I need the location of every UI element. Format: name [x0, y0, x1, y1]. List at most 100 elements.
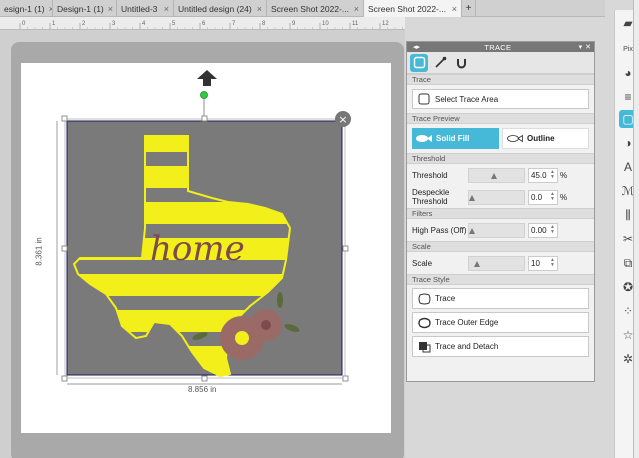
trace-area-icon [413, 93, 435, 105]
panel-close-icon[interactable]: ✕ [585, 43, 591, 51]
ruler-tick-label: 5 [172, 21, 176, 27]
section-trace: Trace [407, 74, 594, 85]
close-icon[interactable]: × [350, 4, 359, 14]
rotate-handle[interactable] [200, 91, 208, 99]
fish-outline-icon [503, 134, 527, 143]
eyedropper-icon[interactable] [431, 54, 449, 72]
ruler-tick-label: 12 [382, 21, 389, 27]
ruler-tick-label: 0 [22, 21, 26, 27]
close-icon[interactable]: × [160, 4, 169, 14]
height-label: 8.361 in [34, 237, 44, 266]
spinner-icon[interactable]: ▲ ▼ [550, 192, 555, 202]
spinner-icon[interactable]: ▲ ▼ [550, 258, 555, 268]
trace-button[interactable]: Trace [412, 288, 589, 309]
tab-screen-shot-1[interactable]: Screen Shot 2022-... × [267, 0, 364, 17]
scale-row: Scale 10 ▲ ▼ [407, 252, 594, 274]
close-icon[interactable]: × [253, 4, 262, 14]
solid-fill-button[interactable]: Solid Fill [412, 128, 499, 149]
vertical-ruler [633, 0, 639, 458]
add-tab-button[interactable]: + [462, 0, 476, 17]
highpass-input[interactable]: 0.00 ▲ ▼ [528, 222, 558, 238]
slider-thumb[interactable] [473, 260, 480, 267]
ruler-tick-label: 9 [292, 21, 296, 27]
ruler-tick-label: 6 [202, 21, 206, 27]
highpass-slider[interactable] [468, 222, 525, 238]
tab-design-1-1-partial[interactable]: esign-1 (1) × [0, 0, 53, 17]
tab-untitled-design-24[interactable]: Untitled design (24) × [174, 0, 267, 17]
ruler-tick-label: 7 [232, 21, 236, 27]
panel-menu-icon[interactable]: ▾ [579, 43, 583, 51]
spinner-icon[interactable]: ▲ ▼ [550, 225, 555, 235]
ruler-tick-label: 8 [262, 21, 266, 27]
trace-style-icon [413, 293, 435, 305]
tab-untitled-3[interactable]: Untitled-3 × [117, 0, 174, 17]
home-text: home [150, 229, 245, 269]
threshold-input[interactable]: 45.0 ▲ ▼ [528, 167, 558, 183]
detach-icon [413, 341, 435, 353]
ruler-tick-label: 4 [142, 21, 146, 27]
scale-input[interactable]: 10 ▲ ▼ [528, 255, 558, 271]
trace-tool-icon[interactable] [410, 53, 428, 72]
close-icon[interactable]: × [45, 4, 52, 14]
magnet-icon[interactable] [452, 54, 470, 72]
close-icon[interactable]: × [448, 4, 457, 14]
panel-title: TRACE [484, 42, 512, 52]
outline-label: Outline [526, 134, 555, 143]
section-threshold: Threshold [407, 153, 594, 164]
scale-value: 10 [531, 258, 540, 268]
despeckle-input[interactable]: 0.0 ▲ ▼ [528, 189, 558, 205]
tab-label: Screen Shot 2022-... [368, 3, 446, 14]
ruler-tick-label: 10 [322, 21, 329, 27]
tab-screen-shot-2[interactable]: Screen Shot 2022-... × [364, 0, 462, 17]
scale-label: Scale [412, 258, 433, 268]
trace-and-detach-button[interactable]: Trace and Detach [412, 336, 589, 357]
tab-label: Design-1 (1) [57, 3, 104, 14]
trace-button-label: Trace [435, 294, 456, 303]
horizontal-ruler: 0 1 2 3 4 5 6 7 8 9 10 11 12 [0, 17, 405, 30]
threshold-row: Threshold 45.0 ▲ ▼ % [407, 164, 594, 186]
section-scale: Scale [407, 241, 594, 252]
design-selection[interactable]: home × [50, 88, 360, 418]
svg-text:×: × [338, 113, 347, 126]
ruler-tick-label: 11 [352, 21, 359, 27]
slider-thumb[interactable] [491, 172, 498, 179]
close-icon[interactable]: × [104, 4, 113, 14]
section-trace-style: Trace Style [407, 274, 594, 285]
section-filters: Filters [407, 208, 594, 219]
highpass-row: High Pass (Off) 0.00 ▲ ▼ [407, 219, 594, 241]
tab-label: Untitled-3 [121, 3, 158, 14]
slider-thumb[interactable] [469, 227, 475, 234]
outer-edge-icon [413, 317, 435, 329]
trace-outer-edge-label: Trace Outer Edge [435, 318, 499, 327]
canvas-workspace[interactable]: home × 8.361 in 8.856 in [0, 30, 405, 458]
highpass-value: 0.00 [531, 225, 547, 235]
slider-thumb[interactable] [469, 194, 475, 201]
spinner-icon[interactable]: ▲ ▼ [550, 170, 555, 180]
panel-expand-icon[interactable]: ◂▸ [413, 43, 420, 51]
panel-header[interactable]: ◂▸ TRACE ▾ ✕ [407, 42, 594, 52]
outline-button[interactable]: Outline [501, 128, 589, 149]
select-trace-area-button[interactable]: Select Trace Area [412, 89, 589, 109]
select-trace-area-label: Select Trace Area [435, 94, 499, 104]
width-label: 8.856 in [186, 385, 219, 394]
height-dimension: 8.361 in [35, 223, 59, 283]
scale-slider[interactable] [468, 255, 525, 271]
trace-outer-edge-button[interactable]: Trace Outer Edge [412, 312, 589, 333]
ruler-tick-label: 2 [82, 21, 86, 27]
trace-panel: ◂▸ TRACE ▾ ✕ Trace Select Trace Area Tra… [406, 41, 595, 382]
threshold-value: 45.0 [531, 170, 547, 180]
trace-preview-toggle: Solid Fill Outline [412, 128, 589, 149]
ruler-tick-label: 1 [52, 21, 56, 27]
feed-arrow-icon[interactable] [197, 70, 217, 86]
tab-design-1-1[interactable]: Design-1 (1) × [53, 0, 117, 17]
tab-label: Screen Shot 2022-... [271, 3, 349, 14]
panel-toolbar [407, 52, 594, 74]
threshold-slider[interactable] [468, 167, 525, 183]
despeckle-row: Despeckle Threshold 0.0 ▲ ▼ % [407, 186, 594, 208]
threshold-unit: % [560, 170, 568, 180]
ruler-ticks: 0 1 2 3 4 5 6 7 8 9 10 11 12 [19, 21, 403, 29]
trace-and-detach-label: Trace and Detach [435, 342, 499, 351]
ruler-tick-label: 3 [112, 21, 116, 27]
despeckle-slider[interactable] [468, 189, 525, 205]
highpass-label: High Pass (Off) [412, 225, 467, 235]
